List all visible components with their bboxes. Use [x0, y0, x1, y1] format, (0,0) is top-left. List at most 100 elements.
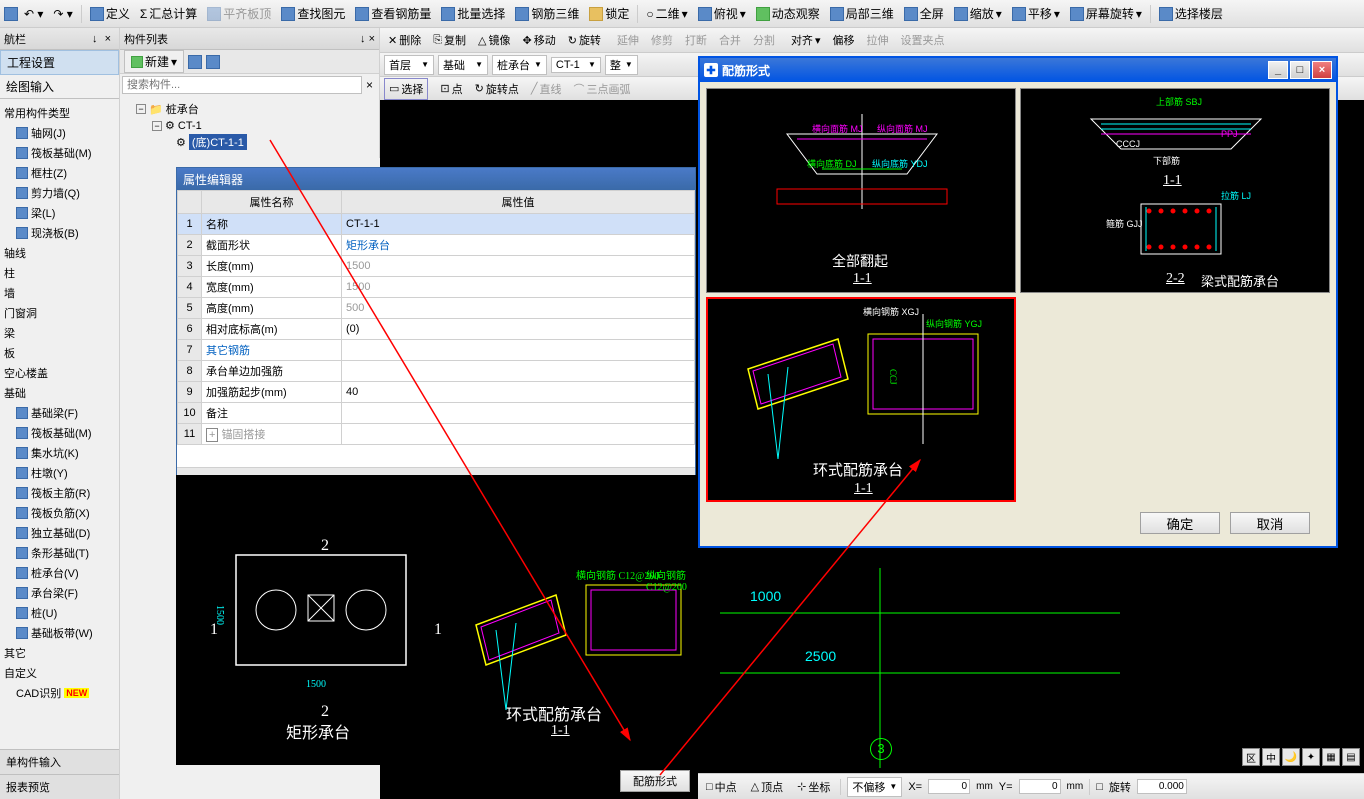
btn-align[interactable]: 对齐 ▾ — [787, 30, 825, 50]
dialog-ok-button[interactable]: 确定 — [1140, 512, 1220, 534]
btn-trim[interactable]: 修剪 — [647, 30, 677, 50]
prop-val-cell[interactable]: 1500 — [342, 256, 695, 277]
btn-point[interactable]: ⊡ 点 — [436, 79, 466, 99]
prop-name-cell[interactable]: 名称 — [202, 214, 342, 235]
tree-root[interactable]: 桩承台 — [166, 101, 199, 117]
offset-mode[interactable]: 不偏移 — [847, 777, 902, 797]
prop-val-cell[interactable] — [342, 424, 695, 445]
prop-val-cell[interactable]: (0) — [342, 319, 695, 340]
dialog-close-icon[interactable]: × — [1312, 61, 1332, 79]
nav-item-pilecap[interactable]: 桩承台(V) — [0, 563, 119, 583]
nav-item-raft2[interactable]: 筏板基础(M) — [0, 423, 119, 443]
nav-group-custom[interactable]: 自定义 — [0, 663, 119, 683]
config-rebar-button[interactable]: 配筋形式 — [620, 770, 690, 792]
nav-single-input[interactable]: 单构件输入 — [0, 749, 119, 774]
dialog-min-icon[interactable]: _ — [1268, 61, 1288, 79]
btn-delete[interactable]: ✕ 删除 — [384, 30, 425, 50]
nav-group-other[interactable]: 其它 — [0, 643, 119, 663]
prop-val-cell[interactable]: 矩形承台 — [342, 235, 695, 256]
comp-new-button[interactable]: 新建 ▾ — [124, 50, 184, 73]
nav-item-slab[interactable]: 现浇板(B) — [0, 223, 119, 243]
tb-2d[interactable]: ○二维 ▾ — [642, 3, 691, 24]
tb-local3d[interactable]: 局部三维 — [826, 3, 898, 24]
btn-split[interactable]: 分割 — [749, 30, 779, 50]
prop-val-cell[interactable]: CT-1-1 — [342, 214, 695, 235]
btn-merge[interactable]: 合并 — [715, 30, 745, 50]
btn-stretch[interactable]: 拉伸 — [862, 30, 892, 50]
save-icon[interactable] — [4, 7, 18, 21]
nav-item-capbeam[interactable]: 承台梁(F) — [0, 583, 119, 603]
prop-name-cell[interactable]: 锚固搭接 — [221, 429, 265, 441]
tb-3d[interactable]: 钢筋三维 — [511, 3, 583, 24]
prop-name-cell[interactable]: 截面形状 — [202, 235, 342, 256]
prop-val-cell[interactable]: 1500 — [342, 277, 695, 298]
nav-section-project[interactable]: 工程设置 — [0, 50, 119, 75]
prop-name-cell[interactable]: 备注 — [202, 403, 342, 424]
dialog-option-3[interactable]: 横向钢筋 XGJ 纵向钢筋 YGJ CCJ 环式配筋承台 1-1 — [706, 297, 1016, 502]
comp-pin-icon[interactable]: ↓ — [360, 33, 366, 45]
prop-val-cell[interactable] — [342, 340, 695, 361]
nav-group-foundation[interactable]: 基础 — [0, 383, 119, 403]
tree-leaf-selected[interactable]: (底)CT-1-1 — [189, 134, 247, 150]
nav-item-wall[interactable]: 剪力墙(Q) — [0, 183, 119, 203]
comp-search-input[interactable] — [122, 76, 362, 94]
tb-batch[interactable]: 批量选择 — [437, 3, 509, 24]
btn-copy[interactable]: ⎘ 复制 — [429, 30, 470, 50]
nav-item-indep[interactable]: 独立基础(D) — [0, 523, 119, 543]
prop-name-cell[interactable]: 相对底标高(m) — [202, 319, 342, 340]
tb-orbit[interactable]: 动态观察 — [752, 3, 824, 24]
snap-top[interactable]: △ 顶点 — [747, 777, 787, 797]
ri-5[interactable]: ▦ — [1322, 748, 1340, 766]
prop-name-cell[interactable]: 承台单边加强筋 — [202, 361, 342, 382]
btn-arc[interactable]: ⌒ 三点画弧 — [569, 79, 634, 99]
prop-name-cell[interactable]: 加强筋起步(mm) — [202, 382, 342, 403]
dd-cat[interactable]: 基础 — [438, 55, 488, 75]
prop-name-cell[interactable]: 长度(mm) — [202, 256, 342, 277]
nav-group-beam[interactable]: 梁 — [0, 323, 119, 343]
nav-item-sump[interactable]: 集水坑(K) — [0, 443, 119, 463]
dd-comp[interactable]: 桩承台 — [492, 55, 547, 75]
x-input[interactable] — [928, 779, 970, 794]
prop-val-cell[interactable] — [342, 403, 695, 424]
tb-lock[interactable]: 锁定 — [585, 3, 633, 24]
undo-dropdown[interactable]: ↶ ▾ — [20, 5, 47, 23]
nav-group-axis[interactable]: 轴线 — [0, 243, 119, 263]
tb-sum[interactable]: Σ 汇总计算 — [136, 3, 201, 24]
comp-close-icon[interactable]: × — [369, 33, 375, 45]
nav-section-draw[interactable]: 绘图输入 — [0, 75, 119, 98]
nav-pin-icon[interactable]: ↓ — [92, 33, 98, 45]
btn-setgrip[interactable]: 设置夹点 — [896, 30, 948, 50]
nav-item-raftmain[interactable]: 筏板主筋(R) — [0, 483, 119, 503]
prop-val-cell[interactable]: 40 — [342, 382, 695, 403]
nav-item-pier[interactable]: 柱墩(Y) — [0, 463, 119, 483]
tb-define[interactable]: 定义 — [86, 3, 134, 24]
snap-coord[interactable]: ⊹ 坐标 — [793, 777, 834, 797]
tb-pan[interactable]: 平移 ▾ — [1008, 3, 1064, 24]
nav-item-cad[interactable]: CAD识别 NEW — [0, 683, 119, 703]
rot-input[interactable] — [1137, 779, 1187, 794]
tree-child[interactable]: CT-1 — [178, 120, 202, 132]
nav-item-pile[interactable]: 桩(U) — [0, 603, 119, 623]
nav-report[interactable]: 报表预览 — [0, 774, 119, 799]
search-clear-icon[interactable]: × — [362, 76, 377, 94]
dd-floor[interactable]: 首层 — [384, 55, 434, 75]
y-input[interactable] — [1019, 779, 1061, 794]
snap-mid[interactable]: □ 中点 — [702, 777, 741, 797]
drawing-canvas[interactable]: 1000 2500 3 — [720, 568, 1364, 773]
tb-screenrot[interactable]: 屏幕旋转 ▾ — [1066, 3, 1146, 24]
dialog-option-1[interactable]: 横向面筋 MJ 纵向面筋 MJ 横向底筋 DJ 纵向底筋 YDJ 全部翻起 1-… — [706, 88, 1016, 293]
btn-rotate[interactable]: ↻ 旋转 — [564, 30, 605, 50]
nav-group-opening[interactable]: 门窗洞 — [0, 303, 119, 323]
ri-4[interactable]: ✦ — [1302, 748, 1320, 766]
prop-val-cell[interactable]: 500 — [342, 298, 695, 319]
prop-val-cell[interactable] — [342, 361, 695, 382]
ri-3[interactable]: 🌙 — [1282, 748, 1300, 766]
redo-dropdown[interactable]: ↷ ▾ — [49, 5, 76, 23]
tb-top[interactable]: 俯视 ▾ — [694, 3, 750, 24]
btn-rotpoint[interactable]: ↻ 旋转点 — [471, 79, 523, 99]
nav-item-slabband[interactable]: 基础板带(W) — [0, 623, 119, 643]
btn-select[interactable]: ▭ 选择 — [384, 78, 428, 100]
btn-mirror[interactable]: △ 镜像 — [474, 30, 514, 50]
tb-find[interactable]: 查找图元 — [277, 3, 349, 24]
dd-whole[interactable]: 整 — [605, 55, 638, 75]
